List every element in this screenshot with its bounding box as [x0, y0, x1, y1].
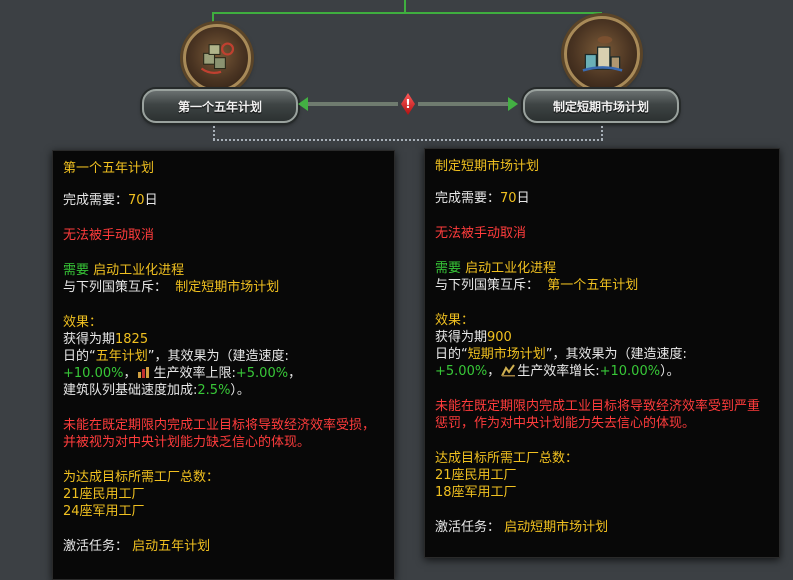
idea-name: 短期市场计划: [467, 347, 546, 362]
cannot-cancel-text: 无法被手动取消: [63, 228, 155, 243]
warning-text: 未能在既定期限内完成工业目标将导致经济效率受到严重惩罚，作为对中央计划能力失去信…: [435, 399, 761, 431]
selection-line: [213, 139, 603, 141]
exclusive-warning-icon: !: [401, 93, 415, 115]
exclusive-bar-left: [308, 102, 398, 106]
effects-label: 效果：: [435, 313, 475, 328]
cannot-cancel-text: 无法被手动取消: [435, 226, 527, 241]
warning-text: 未能在既定期限内完成工业目标将导致经济效率受损，并被视为对中央计划能力缺乏信心的…: [63, 418, 376, 450]
idea-prefix: 日的“: [63, 349, 96, 364]
completion-label: 完成需要：: [435, 191, 501, 206]
factories-label: 达成目标所需工厂总数：: [435, 451, 579, 466]
separator: ，: [487, 364, 501, 379]
focus-tooltip-five-year-plan: 第一个五年计划 完成需要：70日 无法被手动取消 需要 启动工业化进程 与下列国…: [52, 150, 395, 580]
civilian-factories: 21座民用工厂: [63, 487, 145, 502]
factory-crates-icon: [201, 42, 235, 75]
requires-value: 启动工业化进程: [93, 263, 185, 278]
efficiency-growth-value: +10.00%: [599, 364, 661, 379]
effect-construction: 建筑队列基础速度加成:2.5%）。: [63, 382, 384, 399]
separator: ，: [123, 366, 137, 381]
mission-label: 激活任务：: [63, 539, 129, 554]
focus-tree-connector: [404, 0, 406, 13]
factories-label: 为达成目标所需工厂总数：: [63, 470, 220, 485]
completion-value: 70: [500, 191, 517, 206]
exclusive-label: 与下列国策互斥：: [63, 280, 168, 295]
idea-prefix: 日的“: [435, 347, 468, 362]
completion-label: 完成需要：: [63, 193, 129, 208]
completion-unit: 日: [516, 191, 530, 206]
completion-time: 完成需要：70日: [435, 190, 769, 207]
market-plan-focus-icon[interactable]: [564, 16, 640, 92]
mission: 激活任务： 启动短期市场计划: [435, 519, 769, 536]
mission: 激活任务： 启动五年计划: [63, 538, 384, 555]
effect-modifiers: +10.00%， 生产效率上限:+5.00%，: [63, 365, 384, 382]
requires-value: 启动工业化进程: [465, 261, 557, 276]
idea-suffix: ”，其效果为（建造速度:: [545, 347, 687, 362]
requires-label: 需要: [435, 261, 466, 276]
requires-label: 需要: [63, 263, 94, 278]
effects-label: 效果：: [63, 315, 103, 330]
military-factories: 24座军用工厂: [63, 504, 145, 519]
effect-duration: 获得为期900: [435, 329, 769, 346]
focus-title: 制定短期市场计划: [552, 99, 649, 114]
effect-idea: 日的“短期市场计划”，其效果为（建造速度:: [435, 346, 769, 363]
gain-days: 1825: [115, 332, 149, 347]
focus-short-term-market-plan[interactable]: 制定短期市场计划: [523, 89, 679, 123]
military-factories: 18座军用工厂: [435, 485, 517, 500]
focus-five-year-plan[interactable]: 第一个五年计划: [142, 89, 298, 123]
exclusive-value: 制定短期市场计划: [175, 280, 280, 295]
construction-label: 建筑队列基础速度加成:: [63, 383, 198, 398]
mission-label: 激活任务：: [435, 520, 501, 535]
exclusive-value: 第一个五年计划: [547, 278, 639, 293]
build-speed-value: +5.00%: [435, 364, 488, 379]
focus-tree-connector: [212, 12, 214, 24]
effect-idea: 日的“五年计划”，其效果为（建造速度:: [63, 348, 384, 365]
separator: ，: [288, 366, 302, 381]
gain-prefix: 获得为期: [435, 330, 488, 345]
tooltip-title: 制定短期市场计划: [435, 159, 540, 174]
focus-title: 第一个五年计划: [177, 99, 262, 114]
construction-value: 2.5%: [197, 383, 231, 398]
effect-modifiers: +5.00%， 生产效率增长:+10.00%）。: [435, 363, 769, 380]
city-market-icon: [582, 35, 622, 72]
selection-line: [213, 126, 215, 140]
idea-suffix: ”，其效果为（建造速度:: [147, 349, 289, 364]
mutually-exclusive: 与下列国策互斥： 制定短期市场计划: [63, 279, 384, 296]
focus-tree-connector: [212, 12, 602, 14]
tooltip-title: 第一个五年计划: [63, 161, 155, 176]
efficiency-cap-label: 生产效率上限:: [153, 366, 236, 381]
mission-value: 启动短期市场计划: [504, 520, 609, 535]
exclusive-label: 与下列国策互斥：: [435, 278, 540, 293]
gain-prefix: 获得为期: [63, 332, 116, 347]
arrow-left-icon: [298, 97, 308, 111]
exclusive-bar-right: [418, 102, 508, 106]
five-year-plan-focus-icon[interactable]: [183, 24, 251, 92]
efficiency-growth-label: 生产效率增长:: [517, 364, 600, 379]
mission-value: 启动五年计划: [132, 539, 211, 554]
prerequisite: 需要 启动工业化进程: [63, 262, 384, 279]
build-speed-value: +10.00%: [63, 366, 124, 381]
arrow-right-icon: [508, 97, 518, 111]
completion-value: 70: [128, 193, 145, 208]
completion-unit: 日: [144, 193, 158, 208]
production-growth-icon: [501, 364, 516, 377]
mutually-exclusive: 与下列国策互斥： 第一个五年计划: [435, 277, 769, 294]
prerequisite: 需要 启动工业化进程: [435, 260, 769, 277]
effects-suffix: ）。: [660, 364, 680, 379]
construction-suffix: ）。: [230, 383, 250, 398]
focus-tooltip-market-plan: 制定短期市场计划 完成需要：70日 无法被手动取消 需要 启动工业化进程 与下列…: [424, 148, 780, 558]
idea-name: 五年计划: [95, 349, 148, 364]
civilian-factories: 21座民用工厂: [435, 468, 517, 483]
effect-duration: 获得为期1825: [63, 331, 384, 348]
production-efficiency-icon: [138, 367, 150, 378]
selection-line: [601, 126, 603, 140]
completion-time: 完成需要：70日: [63, 192, 384, 209]
gain-days: 900: [487, 330, 512, 345]
efficiency-cap-value: +5.00%: [235, 366, 289, 381]
